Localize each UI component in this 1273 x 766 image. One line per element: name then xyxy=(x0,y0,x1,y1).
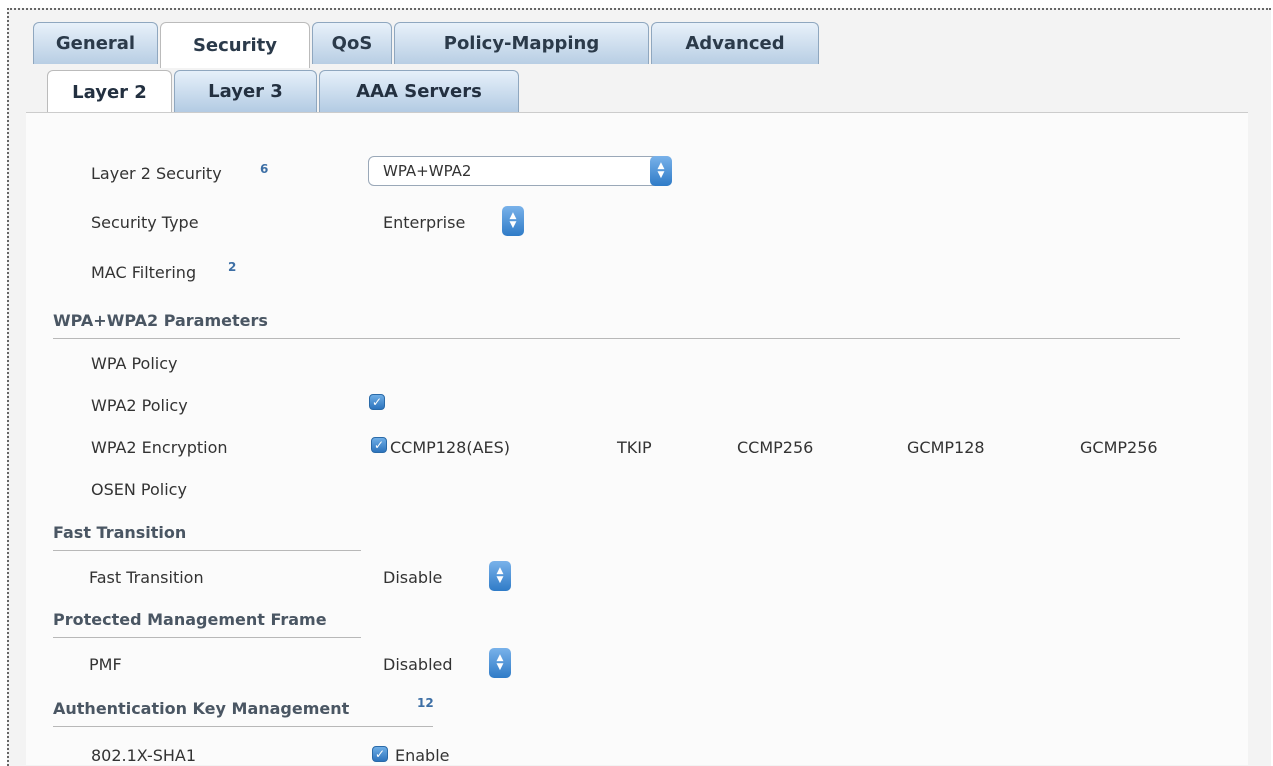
mac-filtering-label: MAC Filtering xyxy=(91,263,197,282)
wpa-policy-label: WPA Policy xyxy=(91,354,178,373)
pmf-label: PMF xyxy=(89,655,122,674)
help-icon[interactable]: 2 xyxy=(228,260,236,274)
wpa2-policy-checkbox[interactable]: ✓ xyxy=(369,394,385,410)
security-type-label: Security Type xyxy=(91,213,199,232)
akm-802-1x-sha1-value: Enable xyxy=(395,746,450,765)
fast-transition-value[interactable]: Disable xyxy=(383,568,442,587)
tab-policy-mapping[interactable]: Policy-Mapping xyxy=(394,22,649,64)
wpa2-encryption-label: WPA2 Encryption xyxy=(91,438,228,457)
layer2-security-value: WPA+WPA2 xyxy=(383,162,472,180)
fast-transition-heading: Fast Transition xyxy=(53,523,187,542)
help-icon[interactable]: 6 xyxy=(260,162,268,176)
tab-security[interactable]: Security xyxy=(160,22,310,68)
tab-advanced[interactable]: Advanced xyxy=(651,22,819,64)
section-divider xyxy=(53,550,361,551)
akm-802-1x-sha1-checkbox[interactable]: ✓ xyxy=(372,746,388,762)
section-divider xyxy=(53,637,361,638)
layer2-security-select[interactable]: WPA+WPA2 xyxy=(368,156,672,186)
chevron-updown-icon[interactable]: ▲ ▼ xyxy=(489,561,511,591)
subtab-aaa-servers[interactable]: AAA Servers xyxy=(319,70,519,112)
section-divider xyxy=(53,726,433,727)
security-type-value[interactable]: Enterprise xyxy=(383,213,465,232)
pmf-value[interactable]: Disabled xyxy=(383,655,453,674)
enc-option-ccmp256[interactable]: CCMP256 xyxy=(737,438,813,457)
fast-transition-label: Fast Transition xyxy=(89,568,204,587)
enc-option-tkip[interactable]: TKIP xyxy=(617,438,652,457)
enc-option-ccmp128: CCMP128(AES) xyxy=(390,438,511,457)
help-icon[interactable]: 12 xyxy=(417,696,434,710)
chevron-updown-icon[interactable]: ▲ ▼ xyxy=(502,206,524,236)
ccmp128-checkbox[interactable]: ✓ xyxy=(371,437,387,453)
subtab-layer3[interactable]: Layer 3 xyxy=(174,70,317,112)
wpa-params-heading: WPA+WPA2 Parameters xyxy=(53,311,268,330)
layer2-security-label: Layer 2 Security xyxy=(91,164,222,183)
section-divider xyxy=(53,338,1180,339)
subtab-layer2[interactable]: Layer 2 xyxy=(47,70,172,114)
akm-heading: Authentication Key Management xyxy=(53,699,350,718)
akm-802-1x-sha1-label: 802.1X-SHA1 xyxy=(91,746,197,765)
chevron-updown-icon[interactable]: ▲ ▼ xyxy=(489,648,511,678)
tab-qos[interactable]: QoS xyxy=(312,22,392,64)
enc-option-gcmp128[interactable]: GCMP128 xyxy=(907,438,985,457)
wpa2-policy-label: WPA2 Policy xyxy=(91,396,188,415)
pmf-heading: Protected Management Frame xyxy=(53,610,327,629)
tab-general[interactable]: General xyxy=(33,22,158,64)
osen-policy-label: OSEN Policy xyxy=(91,480,187,499)
chevron-updown-icon[interactable]: ▲ ▼ xyxy=(650,156,672,186)
enc-option-gcmp256[interactable]: GCMP256 xyxy=(1080,438,1158,457)
